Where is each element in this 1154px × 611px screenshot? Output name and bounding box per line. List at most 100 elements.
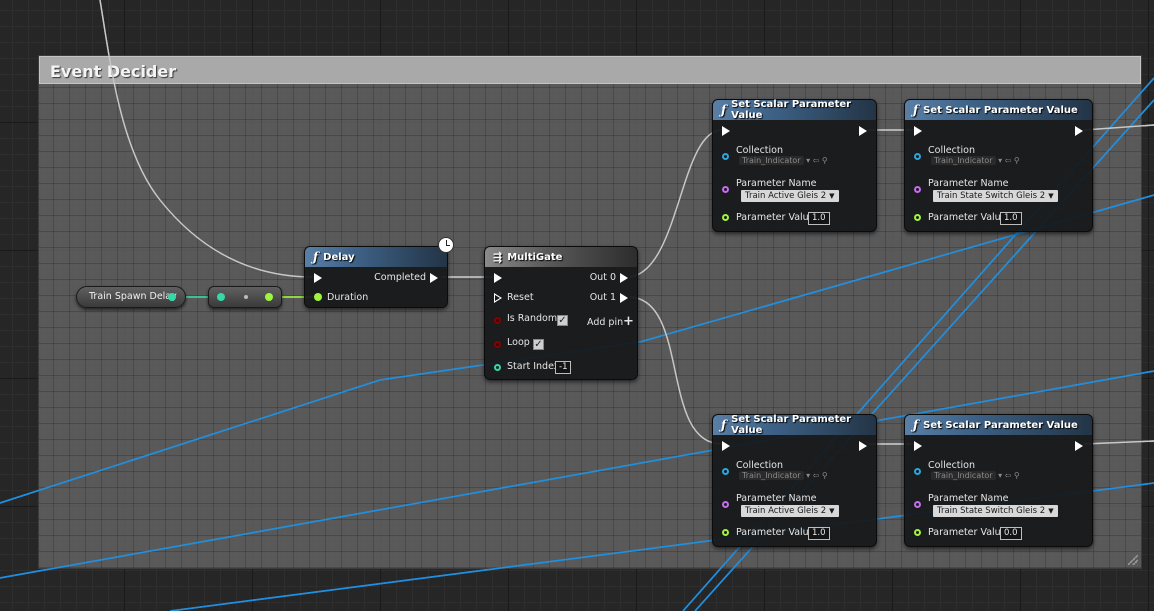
exec-out-pin[interactable] [1075,126,1083,136]
set-scalar-title: Set Scalar Parameter Value [923,419,1078,431]
set-scalar-node-header[interactable]: ƒ Set Scalar Parameter Value [905,415,1092,435]
exec-in-pin[interactable] [914,126,922,136]
function-icon: ƒ [913,418,919,432]
collection-value[interactable]: Train_Indicator [739,471,804,480]
multigate-out0-pin[interactable] [620,273,628,283]
exec-in-pin[interactable] [722,126,730,136]
parameter-name-value: Train Active Gleis 2 [745,506,827,516]
exec-in-pin[interactable] [722,441,730,451]
multigate-start-index-pin[interactable] [494,364,501,371]
collection-asset[interactable]: Train_Indicator ▾ ⇦ ⚲ [739,471,828,480]
arrow-left-icon[interactable]: ⇦ [813,156,820,165]
variable-node-train-spawn-delay[interactable]: Train Spawn Delay [76,286,186,308]
multigate-add-pin-label[interactable]: Add pin [587,317,623,328]
chevron-down-icon[interactable]: ▾ [804,471,810,480]
add-pin-plus-icon[interactable]: + [623,314,634,329]
collection-label: Collection [928,145,975,156]
collection-value[interactable]: Train_Indicator [931,156,996,165]
multigate-reset-pin[interactable] [494,293,502,303]
arrow-left-icon[interactable]: ⇦ [813,471,820,480]
multigate-out1-pin[interactable] [620,293,628,303]
collection-asset[interactable]: Train_Indicator ▾ ⇦ ⚲ [931,156,1020,165]
parameter-name-label: Parameter Name [928,178,1009,189]
arrow-left-icon[interactable]: ⇦ [1005,156,1012,165]
collection-pin[interactable] [914,468,921,475]
chevron-down-icon[interactable]: ▾ [996,156,1002,165]
set-scalar-node-3[interactable]: ƒ Set Scalar Parameter Value Collection … [712,414,877,547]
delay-completed-label: Completed [374,272,426,283]
parameter-name-dropdown[interactable]: Train State Switch Gleis 2 ▼ [933,190,1058,202]
search-icon[interactable]: ⚲ [822,156,828,165]
collection-value[interactable]: Train_Indicator [739,156,804,165]
set-scalar-node-4[interactable]: ƒ Set Scalar Parameter Value Collection … [904,414,1093,547]
conversion-output-pin[interactable] [265,293,273,301]
collection-label: Collection [736,145,783,156]
search-icon[interactable]: ⚲ [822,471,828,480]
multigate-reset-label: Reset [507,292,534,303]
chevron-down-icon[interactable]: ▾ [804,156,810,165]
multigate-start-index-label: Start Index [507,361,560,372]
multigate-icon: ⇶ [493,250,503,264]
multigate-loop-pin[interactable] [494,341,501,348]
multigate-loop-checkbox[interactable]: ✓ [533,339,544,350]
conversion-input-pin[interactable] [217,293,225,301]
conversion-node[interactable] [208,286,282,308]
variable-output-pin[interactable] [168,293,176,301]
parameter-name-pin[interactable] [722,186,729,193]
function-icon: ƒ [313,250,319,264]
chevron-down-icon: ▼ [1048,507,1054,515]
search-icon[interactable]: ⚲ [1014,156,1020,165]
parameter-name-value: Train Active Gleis 2 [745,191,827,201]
collection-value[interactable]: Train_Indicator [931,471,996,480]
arrow-left-icon[interactable]: ⇦ [1005,471,1012,480]
multigate-node-header[interactable]: ⇶ MultiGate [485,247,637,267]
comment-header[interactable]: Event Decider [39,56,1141,84]
chevron-down-icon[interactable]: ▾ [996,471,1002,480]
collection-asset[interactable]: Train_Indicator ▾ ⇦ ⚲ [739,156,828,165]
delay-completed-pin[interactable] [430,273,438,283]
parameter-value-input[interactable]: 1.0 [808,527,830,540]
parameter-name-dropdown[interactable]: Train Active Gleis 2 ▼ [741,505,839,517]
parameter-name-dropdown[interactable]: Train Active Gleis 2 ▼ [741,190,839,202]
parameter-name-pin[interactable] [914,501,921,508]
set-scalar-node-1[interactable]: ƒ Set Scalar Parameter Value Collection … [712,99,877,232]
parameter-name-dropdown[interactable]: Train State Switch Gleis 2 ▼ [933,505,1058,517]
delay-node-header[interactable]: ƒ Delay [305,247,447,267]
multigate-is-random-pin[interactable] [494,317,501,324]
exec-out-pin[interactable] [859,126,867,136]
multigate-loop-label: Loop [507,337,530,348]
set-scalar-node-header[interactable]: ƒ Set Scalar Parameter Value [713,414,876,436]
multigate-exec-in-pin[interactable] [494,273,502,283]
parameter-name-pin[interactable] [722,501,729,508]
collection-pin[interactable] [722,468,729,475]
multigate-out1-label: Out 1 [589,292,616,303]
parameter-value-input[interactable]: 1.0 [808,212,830,225]
parameter-value-pin[interactable] [722,214,729,221]
parameter-name-pin[interactable] [914,186,921,193]
conversion-dot-icon [244,295,248,299]
parameter-value-pin[interactable] [722,529,729,536]
parameter-value-input[interactable]: 1.0 [1000,212,1022,225]
chevron-down-icon: ▼ [829,507,835,515]
exec-out-pin[interactable] [1075,441,1083,451]
set-scalar-node-header[interactable]: ƒ Set Scalar Parameter Value [905,100,1092,120]
multigate-is-random-checkbox[interactable]: ✓ [557,315,568,326]
delay-duration-pin[interactable] [314,293,322,301]
parameter-name-label: Parameter Name [736,178,817,189]
delay-node[interactable]: ƒ Delay Completed Duration [304,246,448,308]
collection-asset[interactable]: Train_Indicator ▾ ⇦ ⚲ [931,471,1020,480]
set-scalar-node-header[interactable]: ƒ Set Scalar Parameter Value [713,99,876,121]
collection-pin[interactable] [722,153,729,160]
set-scalar-node-2[interactable]: ƒ Set Scalar Parameter Value Collection … [904,99,1093,232]
search-icon[interactable]: ⚲ [1014,471,1020,480]
parameter-value-pin[interactable] [914,529,921,536]
collection-pin[interactable] [914,153,921,160]
exec-in-pin[interactable] [914,441,922,451]
resize-grip-icon[interactable] [1128,555,1138,565]
parameter-value-pin[interactable] [914,214,921,221]
parameter-value-input[interactable]: 0.0 [1000,527,1022,540]
delay-exec-in-pin[interactable] [314,273,322,283]
exec-out-pin[interactable] [859,441,867,451]
multigate-start-index-input[interactable]: -1 [555,361,572,374]
multigate-node[interactable]: ⇶ MultiGate Out 0 Reset Out 1 Is Random … [484,246,638,380]
